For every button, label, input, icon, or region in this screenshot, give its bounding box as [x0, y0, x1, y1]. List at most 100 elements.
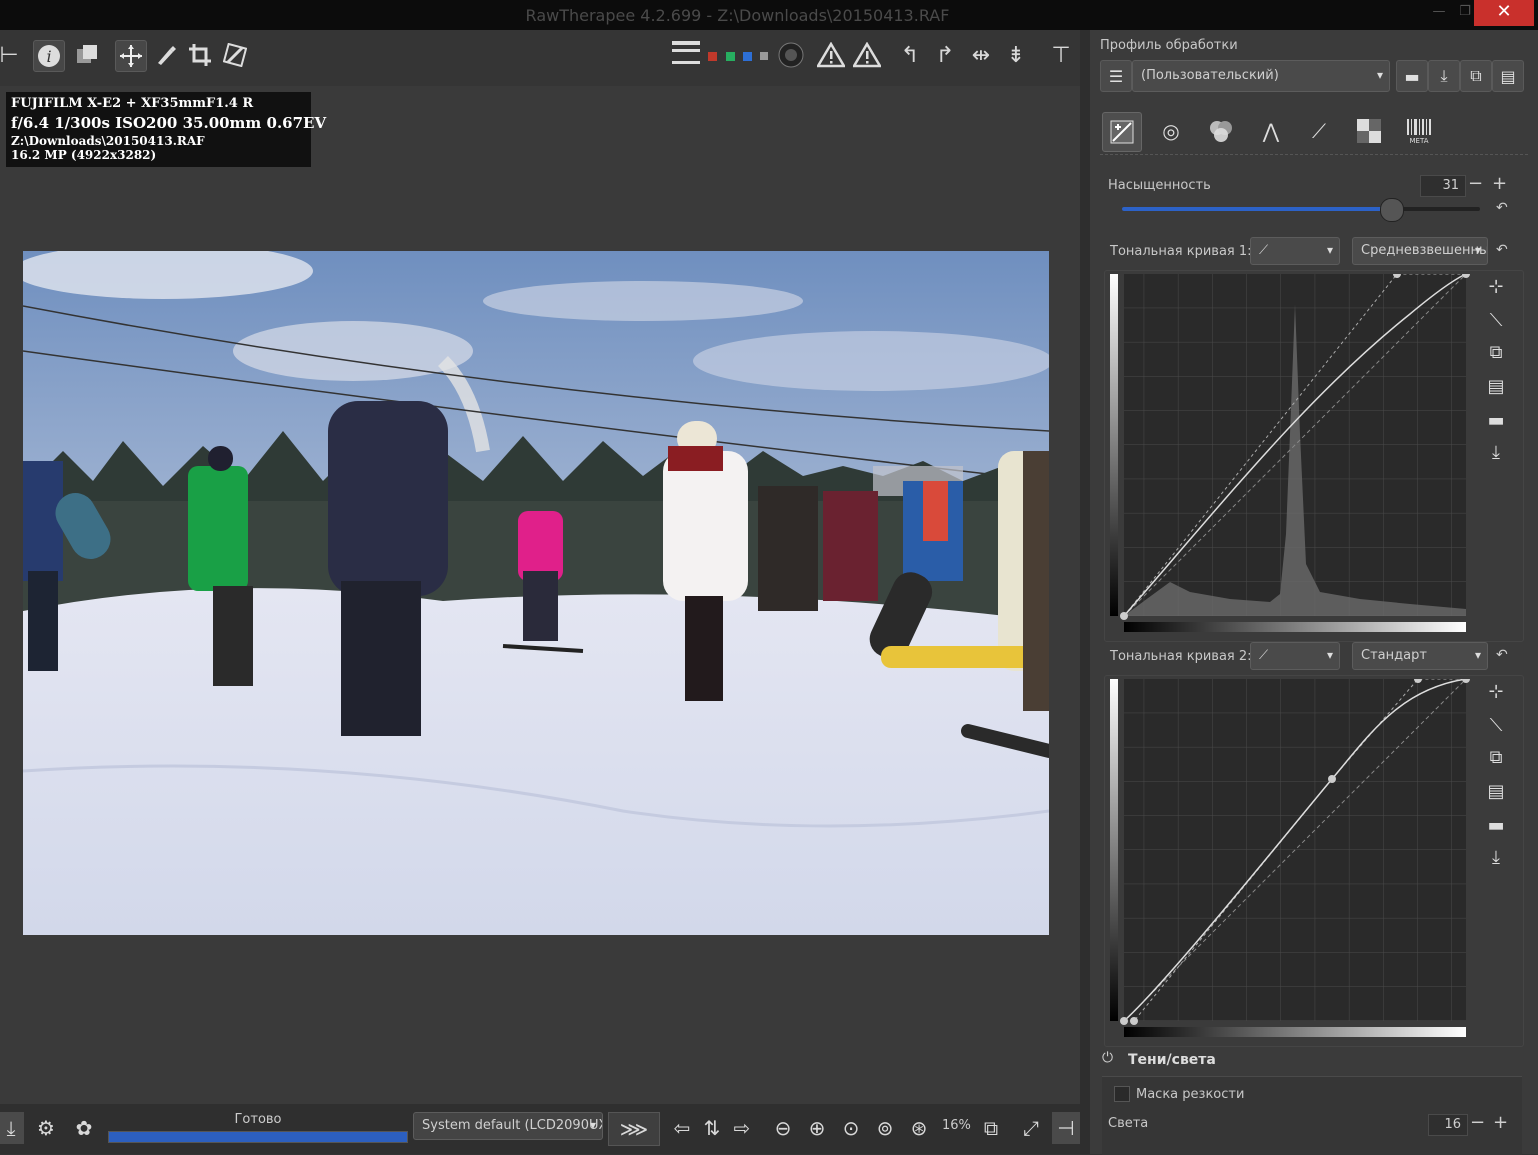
saturation-slider-handle[interactable]: [1379, 198, 1404, 222]
status-bar: ⤓ ⚙ ✿ Готово System default (LCD2090UXw7…: [0, 1104, 1090, 1154]
shadows-highlights-title[interactable]: Тени/света: [1128, 1052, 1216, 1068]
highlights-plus-button[interactable]: +: [1493, 1112, 1508, 1133]
minimize-button[interactable]: —: [1426, 4, 1452, 22]
edit-point-icon[interactable]: ⊹: [1482, 272, 1510, 300]
highlights-minus-button[interactable]: −: [1470, 1112, 1485, 1133]
saturation-minus-button[interactable]: −: [1468, 173, 1483, 194]
profile-list-icon[interactable]: ☰: [1100, 60, 1132, 92]
crop-icon[interactable]: [185, 40, 215, 70]
previous-image-icon[interactable]: ⇦: [668, 1112, 696, 1144]
svg-text:i: i: [46, 47, 51, 66]
zoom-fit-crop-icon[interactable]: ⊚: [870, 1112, 900, 1144]
saturation-plus-button[interactable]: +: [1492, 173, 1507, 194]
pick-point-icon[interactable]: ⟍: [1482, 306, 1510, 334]
tab-exposure[interactable]: [1102, 112, 1142, 152]
tone-curve-2-editor[interactable]: [1110, 675, 1470, 1043]
save-profile-icon[interactable]: ⤓: [1428, 60, 1460, 92]
chevron-down-icon: ▾: [589, 1118, 596, 1132]
chevron-down-icon: ▾: [1326, 648, 1333, 662]
tone-curve-1-label: Тональная кривая 1:: [1110, 244, 1252, 259]
save-curve-icon[interactable]: ⤓: [1482, 843, 1510, 871]
status-text: Готово: [234, 1112, 282, 1127]
tab-transform[interactable]: ⟋: [1300, 112, 1338, 150]
power-icon[interactable]: ⏻: [1102, 1050, 1113, 1066]
close-button[interactable]: ✕: [1474, 0, 1534, 26]
sharpen-mask-checkbox[interactable]: [1114, 1086, 1130, 1102]
save-curve-icon[interactable]: ⤓: [1482, 438, 1510, 466]
saturation-value[interactable]: 31: [1420, 175, 1466, 197]
chevron-down-icon: ▾: [1474, 648, 1481, 662]
panel-toggle-left-icon[interactable]: ⊢: [0, 40, 24, 70]
tone-curve-1-type-select[interactable]: ⟋ ▾: [1250, 237, 1340, 265]
paste-profile-icon[interactable]: ▤: [1492, 60, 1524, 92]
tab-wavelet[interactable]: ⋀: [1252, 112, 1290, 150]
load-curve-icon[interactable]: ▬: [1482, 811, 1510, 839]
highlight-clipping-icon[interactable]: [852, 40, 882, 70]
sync-icon[interactable]: ⇅: [698, 1112, 726, 1144]
tone-curve-1-mode-select[interactable]: Средневзвешенный станд▾: [1352, 237, 1488, 265]
exif-camera: FUJIFILM X-E2 + XF35mmF1.4 R: [11, 96, 254, 111]
copy-curve-icon[interactable]: ⧉: [1482, 743, 1510, 771]
tone-curve-1-editor[interactable]: [1110, 270, 1470, 638]
rotate-right-icon[interactable]: ↱: [930, 40, 960, 70]
external-editor-icon[interactable]: ✿: [70, 1112, 98, 1144]
hand-tool-icon[interactable]: [115, 40, 147, 72]
save-image-icon[interactable]: ⤓: [0, 1112, 24, 1144]
paste-curve-icon[interactable]: ▤: [1482, 777, 1510, 805]
info-icon[interactable]: i: [33, 40, 65, 72]
panel-toggle-right-icon[interactable]: ⊣: [1052, 1112, 1080, 1144]
tab-color[interactable]: [1202, 112, 1240, 150]
pick-point-icon[interactable]: ⟍: [1482, 711, 1510, 739]
zoom-out-icon[interactable]: ⊖: [768, 1112, 798, 1144]
intent-icon[interactable]: ⋙: [608, 1112, 660, 1146]
monitor-profile-value: System default (LCD2090UXw78169102YB 209…: [422, 1118, 603, 1133]
new-window-icon[interactable]: ⧉: [976, 1112, 1006, 1144]
curve-type-icon: ⟋: [1259, 648, 1269, 663]
straighten-icon[interactable]: [220, 40, 250, 70]
fullscreen-icon[interactable]: ⤢: [1016, 1112, 1046, 1144]
saturation-slider-track[interactable]: [1122, 198, 1480, 222]
histogram-toggle-icon[interactable]: [670, 38, 700, 68]
zoom-in-icon[interactable]: ⊕: [802, 1112, 832, 1144]
monitor-profile-select[interactable]: System default (LCD2090UXw78169102YB 209…: [413, 1112, 603, 1140]
exif-filename: Z:\Downloads\20150413.RAF: [11, 134, 205, 148]
copy-curve-icon[interactable]: ⧉: [1482, 338, 1510, 366]
copy-profile-icon[interactable]: ⧉: [1460, 60, 1492, 92]
profile-value: (Пользовательский): [1141, 68, 1279, 83]
focus-mask-icon[interactable]: [776, 40, 806, 70]
edit-point-icon[interactable]: ⊹: [1482, 677, 1510, 705]
flip-horizontal-icon[interactable]: ⇹: [966, 40, 996, 70]
before-after-icon[interactable]: [72, 40, 102, 70]
progress-area: Готово: [108, 1112, 408, 1143]
shadow-clipping-icon[interactable]: [816, 40, 846, 70]
tab-metadata[interactable]: META: [1400, 112, 1438, 150]
channel-selector[interactable]: [704, 44, 768, 64]
zoom-100-icon[interactable]: ⊛: [904, 1112, 934, 1144]
paste-curve-icon[interactable]: ▤: [1482, 372, 1510, 400]
panel-splitter[interactable]: [1080, 30, 1090, 1154]
open-profile-icon[interactable]: ▬: [1396, 60, 1428, 92]
window-title: RawTherapee 4.2.699 - Z:\Downloads\20150…: [525, 6, 950, 25]
zoom-fit-icon[interactable]: ⊙: [836, 1112, 866, 1144]
highlights-value[interactable]: 16: [1428, 1114, 1468, 1136]
preview-image[interactable]: [23, 251, 1049, 935]
rotate-left-icon[interactable]: ↰: [895, 40, 925, 70]
exif-overlay: FUJIFILM X-E2 + XF35mmF1.4 R f/6.4 1/300…: [6, 92, 326, 167]
load-curve-icon[interactable]: ▬: [1482, 406, 1510, 434]
tone-curve-2-type-select[interactable]: ⟋ ▾: [1250, 642, 1340, 670]
tone-curve-2-label: Тональная кривая 2:: [1110, 649, 1252, 664]
tab-detail[interactable]: ◎: [1152, 112, 1190, 150]
reset-icon[interactable]: ↶: [1496, 242, 1508, 258]
panel-toggle-top-icon[interactable]: ⊤: [1046, 40, 1076, 70]
sharpen-mask-label: Маска резкости: [1136, 1087, 1245, 1102]
queue-icon[interactable]: ⚙: [32, 1112, 60, 1144]
tab-raw[interactable]: [1350, 112, 1388, 150]
color-picker-icon[interactable]: [151, 40, 181, 70]
reset-icon[interactable]: ↶: [1496, 647, 1508, 663]
reset-icon[interactable]: ↶: [1496, 200, 1508, 216]
profile-select[interactable]: (Пользовательский) ▾: [1132, 60, 1390, 92]
flip-vertical-icon[interactable]: ⇟: [1001, 40, 1031, 70]
tone-curve-2-mode-select[interactable]: Стандарт ▾: [1352, 642, 1488, 670]
tool-panel: Профиль обработки ☰ (Пользовательский) ▾ …: [1090, 30, 1538, 1155]
next-image-icon[interactable]: ⇨: [728, 1112, 756, 1144]
